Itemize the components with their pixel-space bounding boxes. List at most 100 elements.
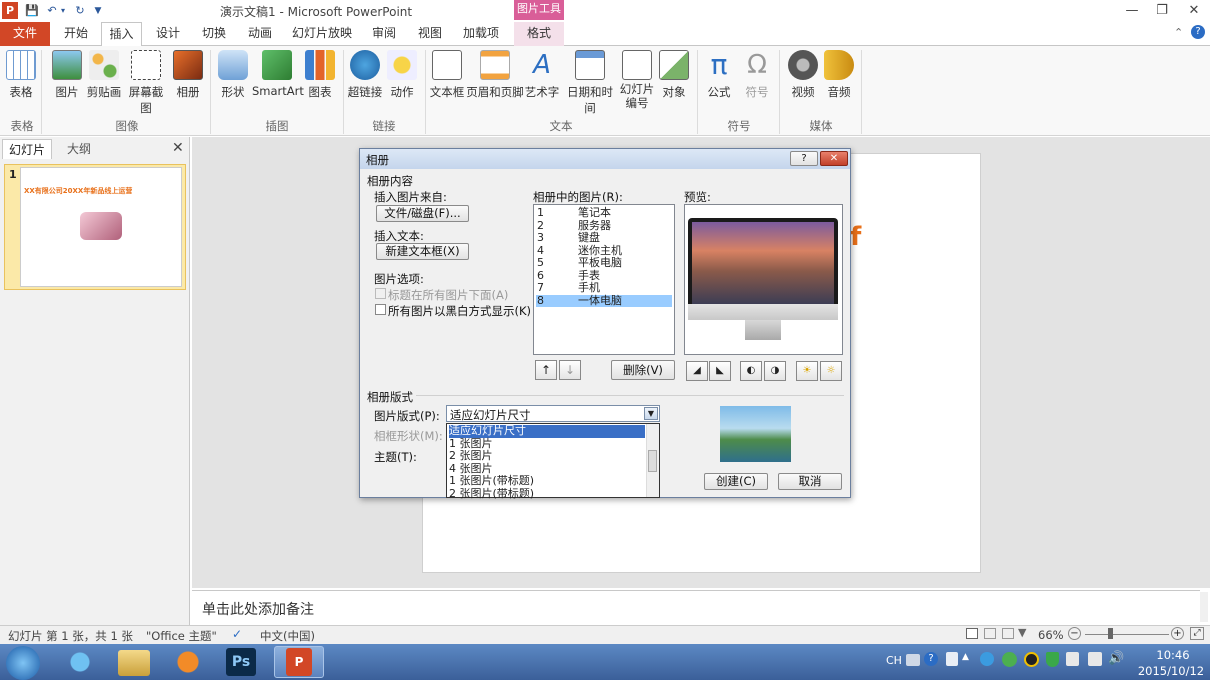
undo-dropdown-icon[interactable]: ▾ <box>58 3 68 19</box>
start-button[interactable] <box>6 646 40 680</box>
clock-date[interactable]: 2015/10/12 <box>1136 664 1206 678</box>
brightness-up-button[interactable]: ☀ <box>796 361 818 381</box>
list-item[interactable]: 2 服务器 <box>536 219 672 232</box>
show-hidden-icons-icon[interactable]: ▲ <box>962 652 969 662</box>
audio-button[interactable]: 音频 <box>822 48 856 100</box>
chart-button[interactable]: 图表 <box>304 48 336 100</box>
date-time-button[interactable]: 日期和时间 <box>562 48 618 116</box>
smartart-button[interactable]: SmartArt <box>252 48 304 98</box>
pictures-listbox[interactable]: 1 笔记本 2 服务器 3 键盘 4 迷你主机 5 平板电脑 6 手表 7 手机 8 一体电脑 <box>533 204 675 355</box>
minimize-button[interactable]: — <box>1120 2 1144 20</box>
slide-sorter-icon[interactable] <box>984 628 996 639</box>
shapes-button[interactable]: 形状 <box>216 48 250 100</box>
table-button[interactable]: 表格 <box>4 48 38 100</box>
tray-plus-icon[interactable] <box>1002 652 1017 667</box>
list-item[interactable]: 4 迷你主机 <box>536 244 672 257</box>
tray-app-icon[interactable] <box>980 652 994 666</box>
zoom-slider[interactable] <box>1085 634 1169 635</box>
zoom-out-icon[interactable]: − <box>1068 627 1081 640</box>
ime-indicator[interactable]: CH <box>886 654 902 667</box>
keyboard-icon[interactable] <box>906 654 920 666</box>
tab-transitions[interactable]: 切换 <box>194 22 234 46</box>
dropdown-option[interactable]: 2 张图片(带标题) <box>449 487 534 501</box>
move-down-button[interactable]: ↓ <box>559 360 581 380</box>
screenshot-button[interactable]: 屏幕截图 <box>124 48 168 116</box>
list-item[interactable]: 5 平板电脑 <box>536 257 672 269</box>
powerpoint-app-icon[interactable]: P <box>2 2 18 19</box>
explorer-taskbar-icon[interactable] <box>118 650 150 676</box>
delete-button[interactable]: 删除(V) <box>611 360 675 380</box>
tab-review[interactable]: 审阅 <box>364 22 404 46</box>
tab-design[interactable]: 设计 <box>148 22 188 46</box>
action-button[interactable]: 动作 <box>386 48 418 100</box>
slide-title-fragment[interactable]: f <box>850 222 861 252</box>
caption-below-checkbox[interactable] <box>375 288 386 299</box>
fit-to-window-icon[interactable]: ⤢ <box>1190 627 1204 640</box>
photoshop-taskbar-icon[interactable]: Ps <box>226 648 256 676</box>
cancel-button[interactable]: 取消 <box>778 473 842 490</box>
dropdown-arrow-icon[interactable]: ▼ <box>644 407 658 420</box>
contrast-up-button[interactable]: ◐ <box>740 361 762 381</box>
tab-addins[interactable]: 加载项 <box>458 22 504 46</box>
close-window-button[interactable]: ✕ <box>1182 2 1206 20</box>
tab-home[interactable]: 开始 <box>56 22 96 46</box>
customize-quick-access-icon[interactable]: ▼ <box>92 3 104 19</box>
slide-number-button[interactable]: 幻灯片 编号 <box>618 48 656 110</box>
list-item-selected[interactable]: 8 一体电脑 <box>536 294 672 307</box>
list-item[interactable]: 6 手表 <box>536 269 672 282</box>
contrast-down-button[interactable]: ◑ <box>764 361 786 381</box>
file-disk-button[interactable]: 文件/磁盘(F)... <box>376 205 469 222</box>
media-player-taskbar-icon[interactable] <box>166 646 210 678</box>
create-button[interactable]: 创建(C) <box>704 473 768 490</box>
equation-button[interactable]: π 公式 <box>702 48 736 100</box>
move-up-button[interactable]: ↑ <box>535 360 557 380</box>
qq-icon[interactable] <box>1024 652 1039 667</box>
ime-settings-icon[interactable] <box>946 652 958 666</box>
tab-slides-pane[interactable]: 幻灯片 <box>2 139 52 159</box>
object-button[interactable]: 对象 <box>658 48 690 100</box>
video-button[interactable]: 视频 <box>786 48 820 100</box>
notes-pane[interactable]: 单击此处添加备注 <box>192 590 1200 624</box>
clipart-button[interactable]: 剪贴画 <box>84 48 124 100</box>
rotate-right-button[interactable]: ◣ <box>709 361 731 381</box>
photo-album-button[interactable]: 相册 <box>172 48 204 100</box>
clock-time[interactable]: 10:46 <box>1148 648 1198 662</box>
ime-help-icon[interactable]: ? <box>924 652 938 666</box>
redo-icon[interactable]: ↻ <box>72 3 88 19</box>
help-icon[interactable]: ? <box>1191 25 1205 39</box>
volume-icon[interactable]: 🔊 <box>1108 651 1124 666</box>
security-shield-icon[interactable] <box>1046 652 1059 667</box>
symbol-button[interactable]: Ω 符号 <box>740 48 774 100</box>
wordart-button[interactable]: A 艺术字 <box>524 48 560 100</box>
tab-format[interactable]: 格式 <box>514 22 564 46</box>
tab-view[interactable]: 视图 <box>410 22 450 46</box>
zoom-slider-thumb[interactable] <box>1108 628 1113 639</box>
spellcheck-icon[interactable]: ✓ <box>232 627 242 641</box>
list-item[interactable]: 1 笔记本 <box>536 207 672 219</box>
dialog-help-button[interactable]: ? <box>790 151 818 166</box>
list-item[interactable]: 3 键盘 <box>536 232 672 244</box>
restore-button[interactable]: ❐ <box>1150 2 1174 20</box>
tab-outline-pane[interactable]: 大纲 <box>56 139 102 159</box>
normal-view-icon[interactable] <box>966 628 978 639</box>
language-status[interactable]: 中文(中国) <box>260 628 315 644</box>
brightness-down-button[interactable]: ☼ <box>820 361 842 381</box>
header-footer-button[interactable]: 页眉和页脚 <box>466 48 524 100</box>
ie-taskbar-icon[interactable] <box>58 646 102 678</box>
collapse-ribbon-icon[interactable]: ⌃ <box>1174 26 1183 39</box>
close-pane-icon[interactable]: ✕ <box>172 140 184 156</box>
reading-view-icon[interactable] <box>1002 628 1014 639</box>
picture-button[interactable]: 图片 <box>50 48 84 100</box>
textbox-button[interactable]: 文本框 <box>428 48 466 100</box>
save-icon[interactable]: 💾 <box>24 3 40 19</box>
black-white-checkbox[interactable] <box>375 304 386 315</box>
dropdown-scroll-thumb[interactable] <box>648 450 657 472</box>
slideshow-icon[interactable]: ▼ <box>1018 626 1026 639</box>
dropdown-option-selected[interactable]: 适应幻灯片尺寸 <box>448 424 646 439</box>
tab-animations[interactable]: 动画 <box>240 22 280 46</box>
rotate-left-button[interactable]: ◢ <box>686 361 708 381</box>
tab-file[interactable]: 文件 <box>0 22 50 46</box>
hyperlink-button[interactable]: 超链接 <box>346 48 384 100</box>
dropdown-option[interactable]: 2 张图片 <box>449 450 493 463</box>
list-item[interactable]: 7 手机 <box>536 282 672 294</box>
